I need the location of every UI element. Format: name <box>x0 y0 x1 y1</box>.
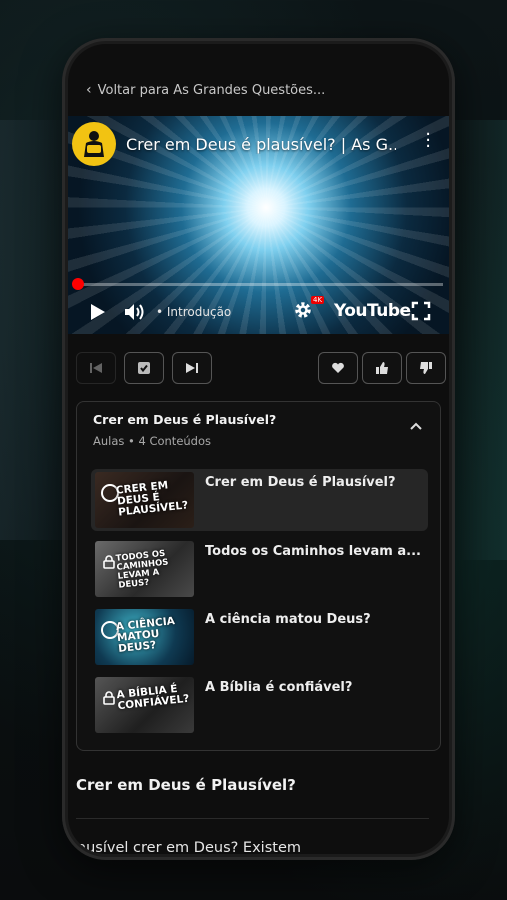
course-title: Crer em Deus é Plausível? <box>93 412 277 427</box>
lesson-item[interactable]: A CIÊNCIA MATOU DEUS? A ciência matou De… <box>91 606 428 668</box>
lesson-title: A Bíblia é confiável? <box>205 680 353 695</box>
settings-gear-icon[interactable] <box>293 300 313 320</box>
lesson-title: A ciência matou Deus? <box>205 612 371 627</box>
lesson-item[interactable]: CRER EM DEUS É PLAUSÍVEL? Crer em Deus é… <box>91 469 428 531</box>
youtube-logo[interactable]: YouTube <box>334 301 411 321</box>
favorite-button[interactable] <box>318 352 358 384</box>
video-player[interactable]: Crer em Deus é plausível? | As G... · · · … <box>68 116 449 334</box>
next-lesson-button[interactable] <box>172 352 212 384</box>
chapter-label[interactable]: • Introdução <box>156 305 231 319</box>
lesson-toolbar <box>76 352 446 384</box>
skip-next-icon <box>186 363 198 373</box>
volume-icon[interactable] <box>124 302 146 322</box>
lesson-thumbnail: A CIÊNCIA MATOU DEUS? <box>95 609 194 665</box>
video-top-bar: Crer em Deus é plausível? | As G... <box>68 116 449 172</box>
thumbnail-text: CRER EM DEUS É PLAUSÍVEL? <box>115 479 189 519</box>
chevron-left-icon: ‹ <box>86 82 92 98</box>
video-title[interactable]: Crer em Deus é plausível? | As G... <box>126 135 396 154</box>
phone-frame: ‹ Voltar para As Grandes Questões... Cre… <box>62 38 455 860</box>
back-link-label: Voltar para As Grandes Questões... <box>97 82 326 98</box>
progress-scrubber[interactable] <box>72 278 84 290</box>
thumbnail-text: A CIÊNCIA MATOU DEUS? <box>115 615 176 656</box>
thumbs-down-icon <box>420 362 432 374</box>
lesson-thumbnail: TODOS OS CAMINHOS LEVAM A DEUS? <box>95 541 194 597</box>
app-screen: ‹ Voltar para As Grandes Questões... Cre… <box>68 44 449 854</box>
progress-bar[interactable] <box>72 278 443 290</box>
like-button[interactable] <box>362 352 402 384</box>
description-text: plausível crer em Deus? Existem <box>68 840 301 854</box>
play-icon[interactable] <box>90 303 106 321</box>
lesson-title: Todos os Caminhos levam a... <box>205 544 421 559</box>
course-card: Crer em Deus é Plausível? Aulas • 4 Cont… <box>76 401 441 751</box>
course-subtitle: Aulas • 4 Conteúdos <box>93 434 212 448</box>
lesson-item[interactable]: TODOS OS CAMINHOS LEVAM A DEUS? Todos os… <box>91 538 428 600</box>
section-title: Crer em Deus é Plausível? <box>76 776 296 794</box>
skip-previous-icon <box>90 363 102 373</box>
lock-icon <box>103 555 115 569</box>
checkbox-icon <box>138 362 150 374</box>
lesson-item[interactable]: A BÍBLIA É CONFIÁVEL? A Bíblia é confiáv… <box>91 674 428 736</box>
back-link[interactable]: ‹ Voltar para As Grandes Questões... <box>86 82 325 98</box>
thumbnail-text: A BÍBLIA É CONFIÁVEL? <box>115 682 190 713</box>
divider <box>76 818 429 819</box>
lesson-thumbnail: A BÍBLIA É CONFIÁVEL? <box>95 677 194 733</box>
more-options-icon[interactable]: · · · <box>425 126 431 156</box>
channel-avatar[interactable] <box>72 122 116 166</box>
heart-icon <box>332 362 344 373</box>
dislike-button[interactable] <box>406 352 446 384</box>
lesson-title: Crer em Deus é Plausível? <box>205 475 396 490</box>
player-controls: • Introdução 4K YouTube <box>68 296 449 328</box>
background-right-panel <box>447 120 507 560</box>
thumbnail-text: TODOS OS CAMINHOS LEVAM A DEUS? <box>115 548 169 591</box>
person-icon <box>84 131 104 157</box>
quality-badge: 4K <box>311 296 325 304</box>
lock-icon <box>103 691 115 705</box>
chevron-up-icon[interactable] <box>410 422 422 430</box>
fullscreen-icon[interactable] <box>411 301 431 321</box>
mark-complete-button[interactable] <box>124 352 164 384</box>
lesson-thumbnail: CRER EM DEUS É PLAUSÍVEL? <box>95 472 194 528</box>
thumbs-up-icon <box>376 362 388 374</box>
previous-lesson-button[interactable] <box>76 352 116 384</box>
